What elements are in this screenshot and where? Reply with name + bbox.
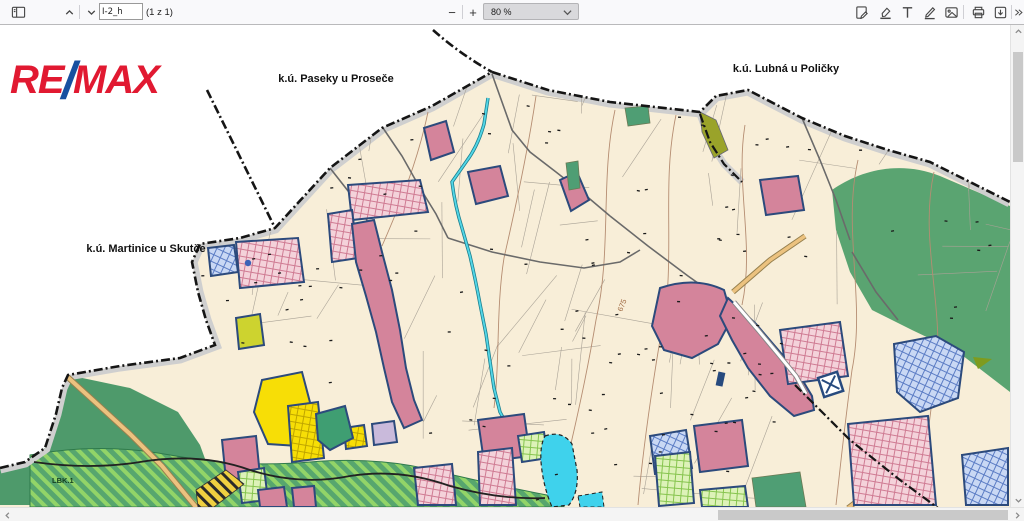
page-number-input[interactable] — [99, 3, 143, 20]
text-tool-icon — [900, 5, 915, 20]
chevron-down-icon — [563, 9, 572, 16]
add-image-button[interactable] — [941, 0, 961, 24]
map-point-symbol — [245, 260, 251, 266]
label-ku-lubna: k.ú. Lubná u Poličky — [733, 63, 840, 75]
more-tools-button[interactable] — [1013, 0, 1024, 24]
download-icon — [993, 5, 1008, 20]
label-ku-martinice: k.ú. Martinice u Skutče — [86, 243, 205, 255]
add-signature-button[interactable] — [851, 0, 871, 24]
print-button[interactable] — [968, 0, 988, 24]
scroll-down-button[interactable] — [1011, 493, 1024, 507]
image-icon — [944, 5, 959, 20]
zoom-in-button[interactable]: + — [464, 0, 482, 24]
chevron-up-icon — [63, 6, 76, 19]
pencil-icon — [922, 5, 937, 20]
page-count-label: (1 z 1) — [146, 0, 173, 24]
highlight-button[interactable] — [875, 0, 895, 24]
scroll-up-icon — [1014, 27, 1023, 36]
chevron-down-icon — [85, 6, 98, 19]
scroll-right-button[interactable] — [1010, 508, 1024, 521]
toolbar-separator — [79, 5, 80, 19]
pdf-viewer-window: (1 z 1) − + 80 % — [0, 0, 1024, 521]
vertical-scroll-thumb[interactable] — [1013, 52, 1023, 162]
toolbar-separator — [963, 5, 964, 19]
draw-button[interactable] — [919, 0, 939, 24]
vertical-scrollbar[interactable] — [1010, 24, 1024, 507]
next-page-button[interactable] — [82, 0, 100, 24]
label-ku-paseky: k.ú. Paseky u Proseče — [278, 73, 394, 85]
remax-logo: RE / MAX — [10, 58, 159, 103]
zoom-select[interactable]: 80 % — [483, 3, 579, 20]
scroll-down-icon — [1014, 496, 1023, 505]
horizontal-scroll-thumb[interactable] — [718, 510, 1008, 520]
label-lbk1: LBK.1 — [52, 476, 74, 485]
scroll-left-icon — [3, 511, 12, 520]
zoom-out-button[interactable]: − — [443, 0, 461, 24]
toolbar-separator — [1011, 5, 1012, 19]
pdf-page-canvas[interactable]: RE / MAX — [0, 24, 1010, 507]
scroll-right-icon — [1013, 511, 1022, 520]
signature-icon — [854, 5, 869, 20]
toolbar-separator — [462, 5, 463, 19]
logo-text-max: MAX — [73, 58, 159, 103]
scroll-left-button[interactable] — [0, 508, 14, 521]
pdf-toolbar: (1 z 1) − + 80 % — [0, 0, 1024, 25]
add-text-button[interactable] — [897, 0, 917, 24]
logo-text-re: RE — [10, 58, 64, 103]
zoom-level-value: 80 % — [491, 7, 512, 17]
horizontal-scrollbar[interactable] — [0, 507, 1024, 521]
sidebar-icon — [11, 5, 26, 20]
highlighter-icon — [878, 5, 893, 20]
save-button[interactable] — [990, 0, 1010, 24]
scroll-up-button[interactable] — [1011, 24, 1024, 38]
printer-icon — [971, 5, 986, 20]
previous-page-button[interactable] — [60, 0, 78, 24]
double-chevron-right-icon — [1013, 6, 1024, 19]
sidebar-toggle-button[interactable] — [8, 0, 28, 24]
